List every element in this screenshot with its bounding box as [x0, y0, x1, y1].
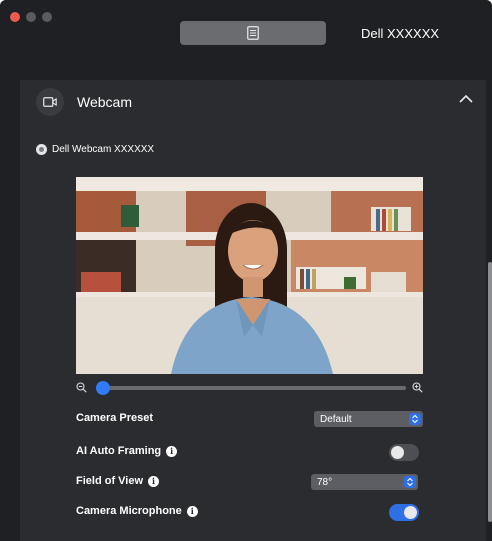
scrollbar[interactable] [488, 262, 492, 522]
zoom-out-icon[interactable] [76, 382, 87, 393]
ai-auto-framing-toggle[interactable] [389, 444, 419, 461]
maximize-window-button[interactable] [42, 12, 52, 22]
title-bar: Dell XXXXXX [0, 0, 492, 80]
camera-preview-image [76, 177, 423, 374]
field-of-view-label-text: Field of View [76, 475, 144, 487]
field-of-view-value: 78° [317, 476, 333, 488]
camera-microphone-toggle[interactable] [389, 504, 419, 521]
toggle-knob [404, 506, 417, 519]
camera-preview [76, 177, 423, 374]
field-of-view-select[interactable]: 78° [311, 474, 418, 490]
info-icon[interactable]: i [186, 505, 198, 517]
close-window-button[interactable] [10, 12, 20, 22]
document-icon [247, 26, 259, 40]
camera-preset-value: Default [320, 413, 352, 425]
camera-preset-label: Camera Preset [76, 412, 153, 424]
webcam-icon-wrapper [36, 88, 64, 116]
select-arrows-icon [409, 413, 421, 425]
ai-auto-framing-label-text: AI Auto Framing [76, 445, 162, 457]
section-title: Webcam [77, 94, 132, 110]
chevron-up-icon[interactable] [457, 92, 475, 106]
camera-preset-row: Camera Preset Default [76, 409, 423, 429]
camera-preset-label-text: Camera Preset [76, 412, 154, 424]
zoom-control [76, 380, 423, 396]
webcam-icon [43, 97, 57, 107]
webcam-name: Dell Webcam XXXXXX [52, 144, 155, 155]
zoom-slider[interactable] [96, 381, 406, 395]
info-icon[interactable]: i [166, 445, 178, 457]
minimize-window-button[interactable] [26, 12, 36, 22]
field-of-view-row: Field of View i 78° [76, 472, 423, 492]
ai-auto-framing-label: AI Auto Framing i [76, 445, 178, 457]
zoom-in-icon[interactable] [412, 382, 423, 393]
device-title: Dell XXXXXX [361, 26, 440, 41]
camera-microphone-row: Camera Microphone i [76, 502, 423, 522]
section-header[interactable]: Webcam [20, 80, 486, 124]
webcam-radio[interactable] [36, 144, 47, 155]
webcam-panel: Webcam Dell Webcam XXXXXX Camera Preset … [20, 80, 486, 541]
camera-preset-select[interactable]: Default [314, 411, 423, 427]
webcam-selector[interactable]: Dell Webcam XXXXXX [36, 144, 154, 155]
ai-auto-framing-row: AI Auto Framing i [76, 442, 423, 462]
zoom-slider-thumb[interactable] [96, 381, 110, 395]
document-button[interactable] [180, 21, 326, 45]
info-icon[interactable]: i [148, 475, 160, 487]
camera-microphone-label: Camera Microphone i [76, 505, 198, 517]
field-of-view-label: Field of View i [76, 475, 160, 487]
toggle-knob [391, 446, 404, 459]
select-arrows-icon [404, 476, 416, 488]
camera-microphone-label-text: Camera Microphone [76, 505, 182, 517]
app-window: Dell XXXXXX Webcam Dell Webcam XXXXXX Ca… [0, 0, 492, 541]
